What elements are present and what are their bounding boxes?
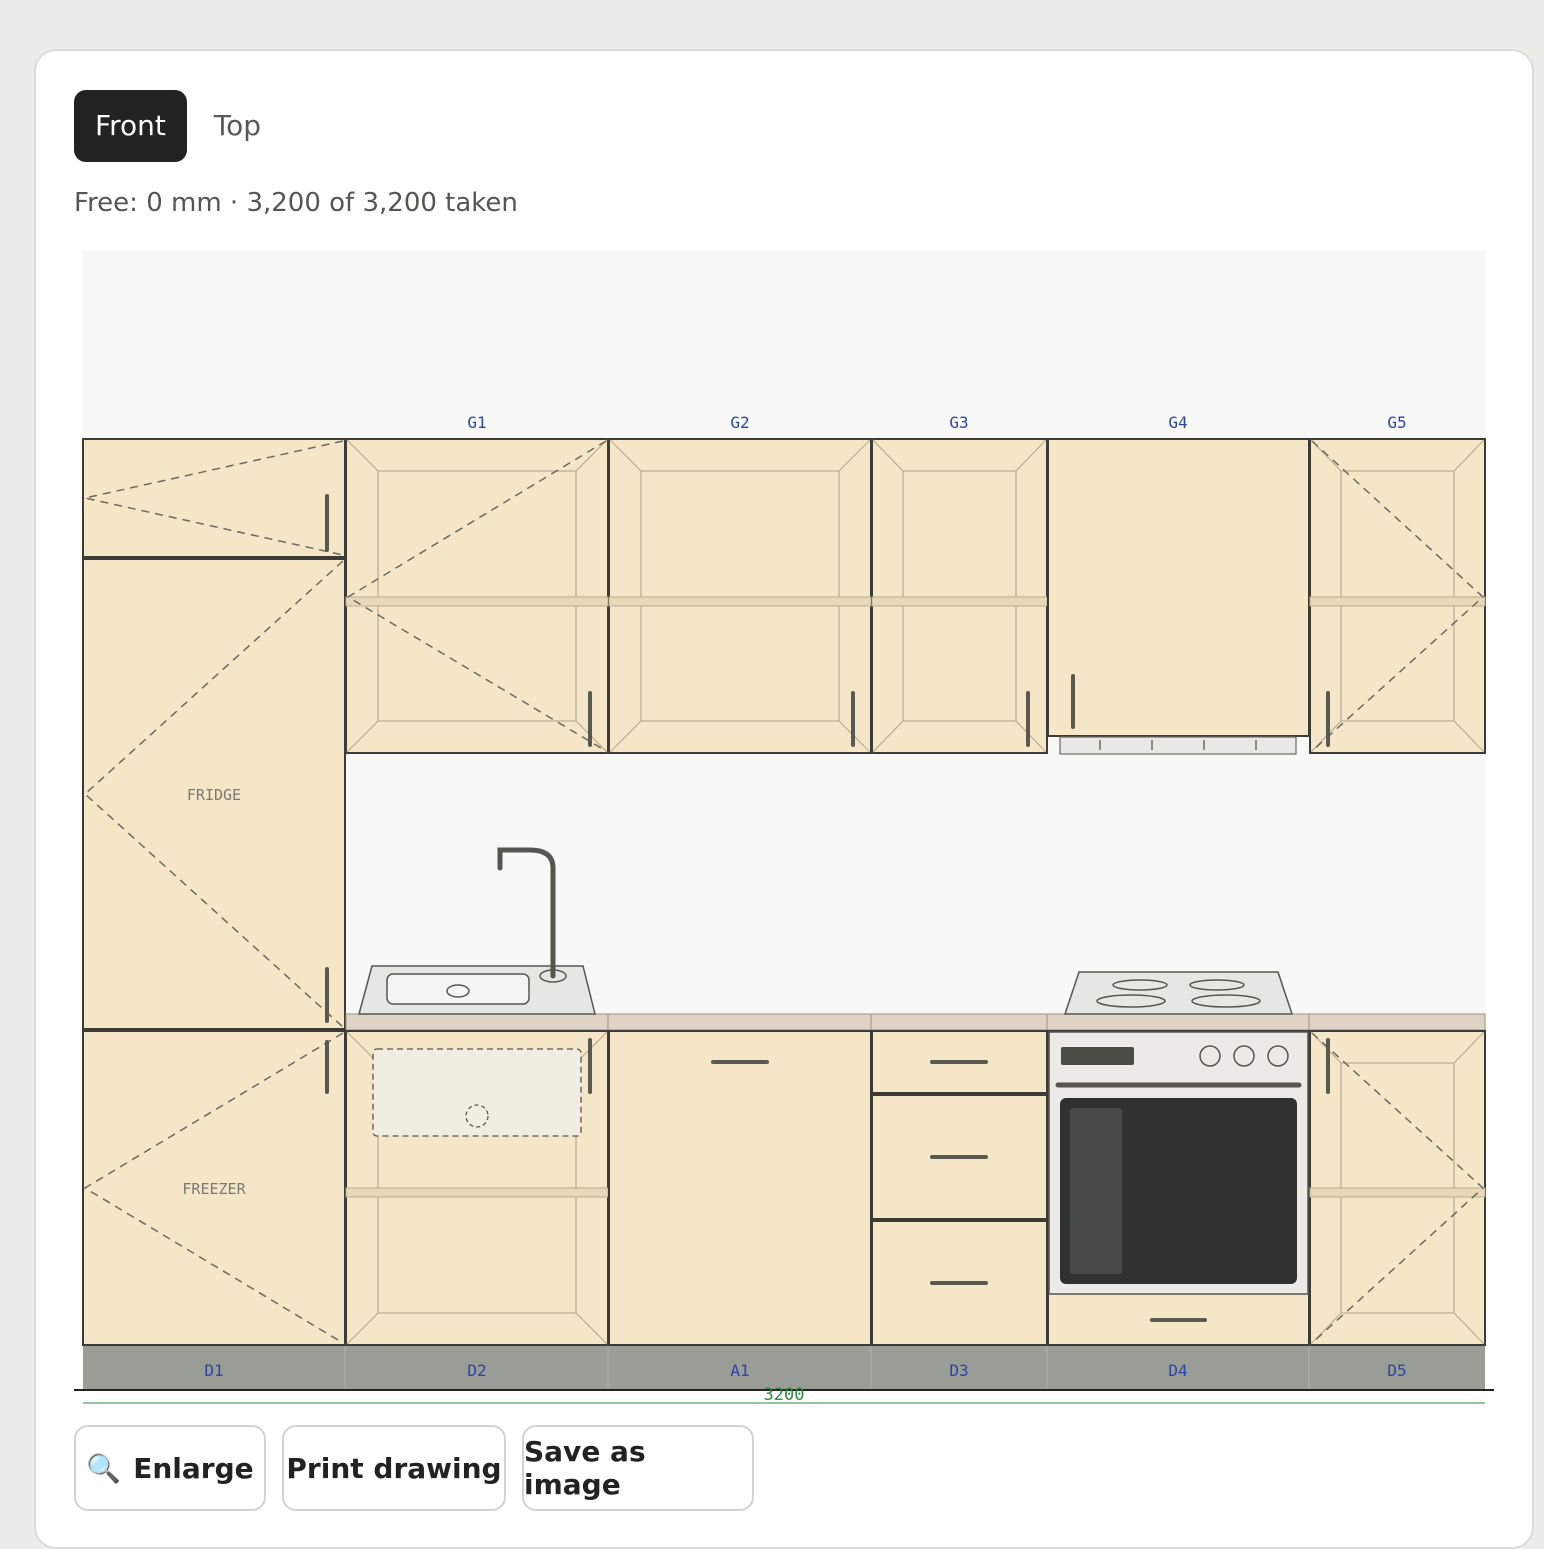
wall-cabinet-g4[interactable] (1047, 438, 1310, 755)
enlarge-label: Enlarge (133, 1451, 254, 1485)
total-width-label: 3200 (764, 1385, 805, 1405)
tall-fridge-unit (82, 438, 346, 1346)
label-g5: G5 (1387, 413, 1406, 432)
label-g2: G2 (730, 413, 749, 432)
label-d1: D1 (204, 1361, 223, 1380)
label-g1: G1 (467, 413, 486, 432)
freezer-label: FREEZER (182, 1180, 246, 1198)
cooktop (1063, 971, 1294, 1015)
kitchen-front-drawing: FRIDGE FREEZER G1 G2 G3 G4 G5 D1 D2 A1 D… (74, 250, 1494, 1405)
base-cabinet-d3[interactable] (871, 1030, 1048, 1346)
label-a1: A1 (730, 1361, 749, 1380)
base-cabinet-d4-oven[interactable] (1047, 1030, 1310, 1346)
range-hood (1059, 736, 1297, 755)
base-cabinet-d2[interactable] (345, 1030, 609, 1346)
print-drawing-button[interactable]: Print drawing (282, 1425, 506, 1511)
enlarge-button[interactable]: 🔍 Enlarge (74, 1425, 266, 1511)
base-cabinet-d5[interactable] (1309, 1030, 1486, 1346)
label-g3: G3 (949, 413, 968, 432)
fridge-label: FRIDGE (187, 786, 241, 804)
label-d3: D3 (949, 1361, 968, 1380)
label-d5: D5 (1387, 1361, 1406, 1380)
magnifier-icon: 🔍 (86, 1451, 122, 1485)
wall-cabinet-g1[interactable] (345, 438, 609, 754)
print-label: Print drawing (286, 1451, 502, 1485)
plinth (83, 1346, 1485, 1389)
label-g4: G4 (1168, 413, 1187, 432)
label-d2: D2 (467, 1361, 486, 1380)
wall-cabinet-g2[interactable] (608, 438, 872, 754)
base-appliance-a1[interactable] (608, 1030, 872, 1346)
save-image-button[interactable]: Save as image (522, 1425, 754, 1511)
label-d4: D4 (1168, 1361, 1187, 1380)
wall-cabinet-g5[interactable] (1309, 438, 1486, 754)
countertop (345, 1013, 1486, 1031)
save-label: Save as image (524, 1435, 646, 1501)
wall-cabinet-g3[interactable] (871, 438, 1048, 754)
